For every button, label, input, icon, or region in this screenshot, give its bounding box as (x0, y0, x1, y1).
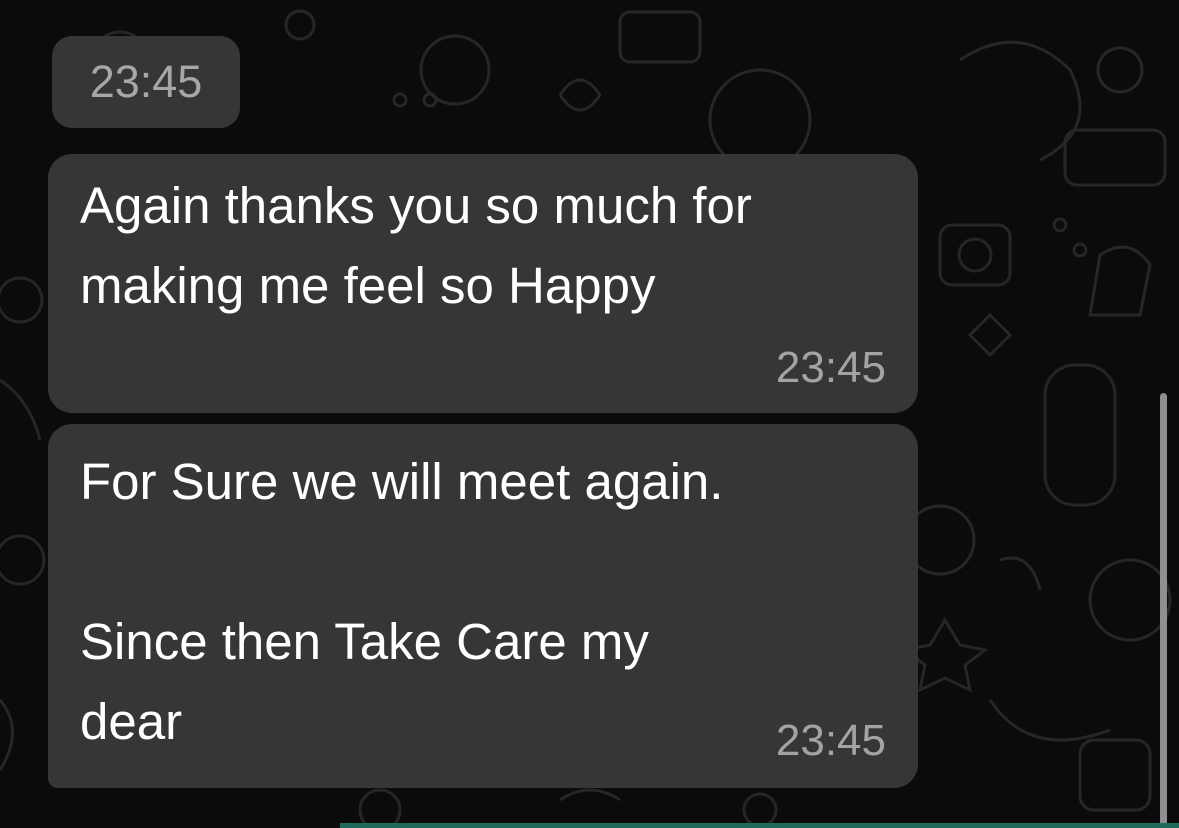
message-timestamp: 23:45 (775, 343, 886, 392)
chat-view[interactable]: 23:45 Again thanks you so much for makin… (0, 0, 1179, 828)
message-bubble[interactable]: For Sure we will meet again. Since then … (48, 424, 918, 788)
scrollbar[interactable] (1160, 393, 1167, 828)
message-text: Again thanks you so much for making me f… (80, 177, 752, 314)
message-timestamp: 23:45 (775, 716, 886, 765)
bottom-bar-edge (340, 823, 1179, 828)
date-chip: 23:45 (52, 36, 240, 128)
message-bubble[interactable]: Again thanks you so much for making me f… (48, 154, 918, 413)
message-text: For Sure we will meet again. Since then … (80, 453, 724, 750)
